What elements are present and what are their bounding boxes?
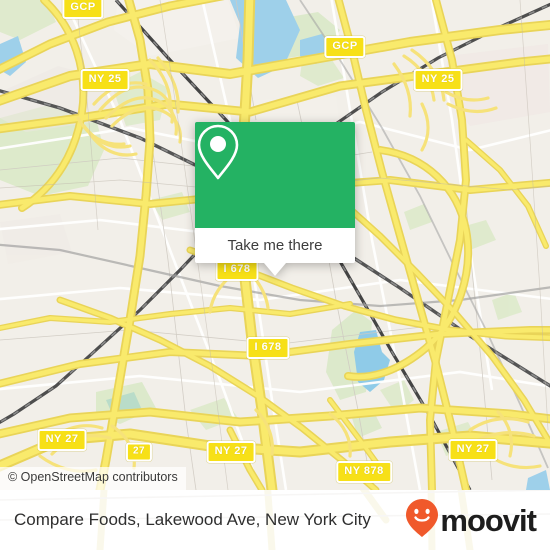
highway-shield: NY 27 — [448, 439, 498, 461]
highway-shield: I 678 — [246, 337, 290, 359]
highway-shield: 27 — [125, 442, 153, 462]
footer-bar: Compare Foods, Lakewood Ave, New York Ci… — [0, 490, 550, 550]
popup-action-label[interactable]: Take me there — [195, 228, 355, 263]
highway-shield: NY 878 — [336, 461, 392, 483]
highway-shield: NY 25 — [80, 69, 130, 91]
moovit-smiley-pin-icon — [405, 498, 439, 543]
moovit-logo[interactable]: moovit — [405, 498, 537, 543]
location-popup[interactable]: Take me there — [195, 122, 355, 276]
moovit-wordmark: moovit — [440, 502, 537, 538]
highway-shield: NY 27 — [206, 441, 256, 463]
map-screenshot: GCP GCP NY 25 NY 25 I 678 I 678 NY 27 27… — [0, 0, 550, 550]
map-attribution: © OpenStreetMap contributors — [0, 467, 186, 490]
highway-shield: GCP — [324, 36, 366, 58]
popup-pointer — [264, 263, 286, 276]
highway-shield: NY 27 — [37, 429, 87, 451]
highway-shield: GCP — [62, 0, 104, 19]
place-title: Compare Foods, Lakewood Ave, New York Ci… — [14, 510, 371, 529]
popup-header — [195, 122, 355, 228]
highway-shield: NY 25 — [413, 69, 463, 91]
map-canvas[interactable]: GCP GCP NY 25 NY 25 I 678 I 678 NY 27 27… — [0, 0, 550, 490]
